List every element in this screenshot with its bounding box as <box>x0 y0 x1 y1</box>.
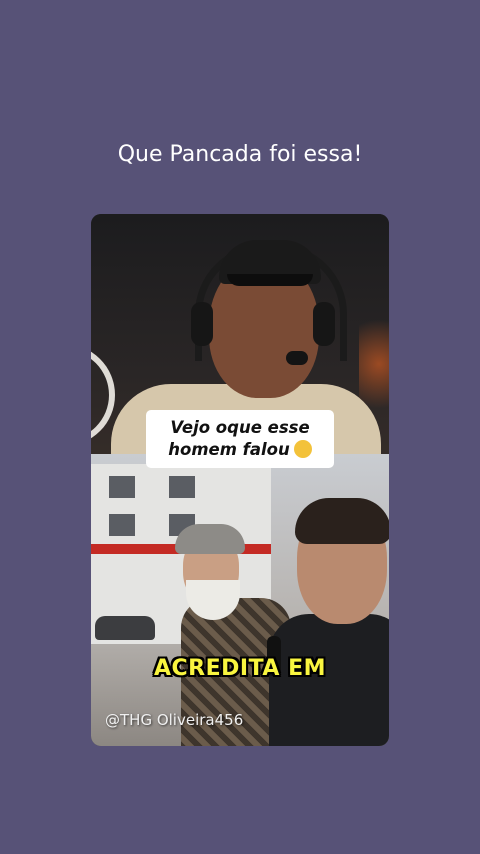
video-player[interactable]: Vejo oque esse homem falou ACREDITA EM @… <box>91 214 389 746</box>
post-title: Que Pancada foi essa! <box>117 142 363 167</box>
older-man-hair <box>175 524 245 554</box>
face-screaming-in-fear-icon <box>293 440 312 458</box>
headphone-cup-left <box>191 302 213 346</box>
window <box>169 476 195 498</box>
parked-car <box>95 616 155 640</box>
interviewer-hair <box>295 498 389 544</box>
caption-box: Vejo oque esse homem falou <box>146 410 334 468</box>
headphone-cup-right <box>313 302 335 346</box>
watermark: @THG Oliveira456 <box>105 711 244 729</box>
window <box>109 476 135 498</box>
caption-line-1: Vejo oque esse <box>170 418 310 437</box>
window <box>109 514 135 536</box>
video-subtitle: ACREDITA EM <box>154 656 326 681</box>
caption-line-2: homem falou <box>168 440 290 459</box>
host-cap-brim <box>227 274 313 286</box>
caption-text: Vejo oque esse homem falou <box>168 417 312 461</box>
headset-mic <box>286 351 308 365</box>
interviewer <box>269 498 389 746</box>
